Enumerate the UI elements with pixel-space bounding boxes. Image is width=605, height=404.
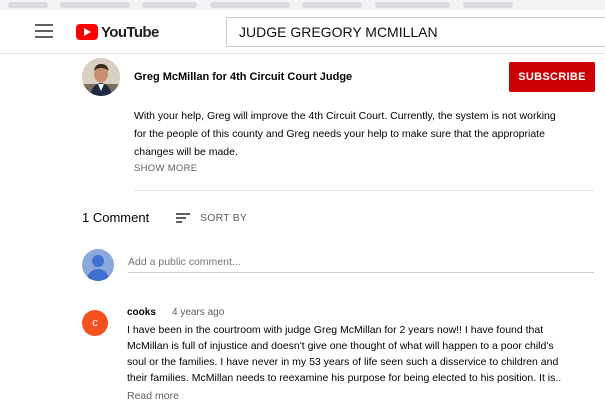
sort-by-button[interactable]: SORT BY xyxy=(176,210,247,226)
comment-text: I have been in the courtroom with judge … xyxy=(127,322,597,386)
channel-name[interactable]: Greg McMillan for 4th Circuit Court Judg… xyxy=(134,71,352,83)
user-avatar xyxy=(82,249,114,281)
comment-line: McMillan is full of injustice and doesn'… xyxy=(127,340,554,352)
bookmark-item[interactable] xyxy=(463,2,513,8)
channel-avatar-photo xyxy=(82,58,120,96)
bookmark-item[interactable] xyxy=(302,2,362,8)
search-input[interactable] xyxy=(226,17,605,47)
sort-icon xyxy=(176,213,190,223)
description-line: for the people of this county and Greg n… xyxy=(134,128,545,140)
description-line: changes will be made. xyxy=(134,146,238,158)
browser-bookmark-strip xyxy=(0,0,605,10)
youtube-wordmark: YouTube xyxy=(101,23,159,41)
subscribe-button[interactable]: SUBSCRIBE xyxy=(509,62,595,92)
youtube-header: YouTube xyxy=(0,10,605,54)
hamburger-menu-icon[interactable] xyxy=(35,24,53,38)
bookmark-item[interactable] xyxy=(210,2,290,8)
bookmark-item[interactable] xyxy=(375,2,450,8)
section-divider xyxy=(134,190,594,191)
comment-line: their families. McMillan needs to reexam… xyxy=(127,372,562,384)
read-more-button[interactable]: Read more xyxy=(127,390,179,402)
channel-description: With your help, Greg will improve the 4t… xyxy=(134,107,594,161)
add-comment-input[interactable] xyxy=(128,251,594,273)
comment-author[interactable]: cooks xyxy=(127,307,156,318)
description-line: With your help, Greg will improve the 4t… xyxy=(134,110,556,122)
comment-timestamp[interactable]: 4 years ago xyxy=(172,307,224,318)
channel-info: Greg McMillan for 4th Circuit Court Judg… xyxy=(82,58,597,98)
bookmark-item[interactable] xyxy=(8,2,48,8)
comment-line: soul or the families. I have never in my… xyxy=(127,356,559,368)
youtube-play-icon xyxy=(76,24,98,40)
bookmark-item[interactable] xyxy=(60,2,130,8)
channel-avatar[interactable] xyxy=(82,58,120,96)
bookmark-item[interactable] xyxy=(142,2,197,8)
commenter-avatar[interactable]: c xyxy=(82,310,108,336)
sort-by-label: SORT BY xyxy=(200,212,248,224)
show-more-button[interactable]: SHOW MORE xyxy=(134,163,197,174)
youtube-logo[interactable]: YouTube xyxy=(76,22,159,42)
comment-line: I have been in the courtroom with judge … xyxy=(127,324,544,336)
comment-count: 1 Comment xyxy=(82,210,150,225)
